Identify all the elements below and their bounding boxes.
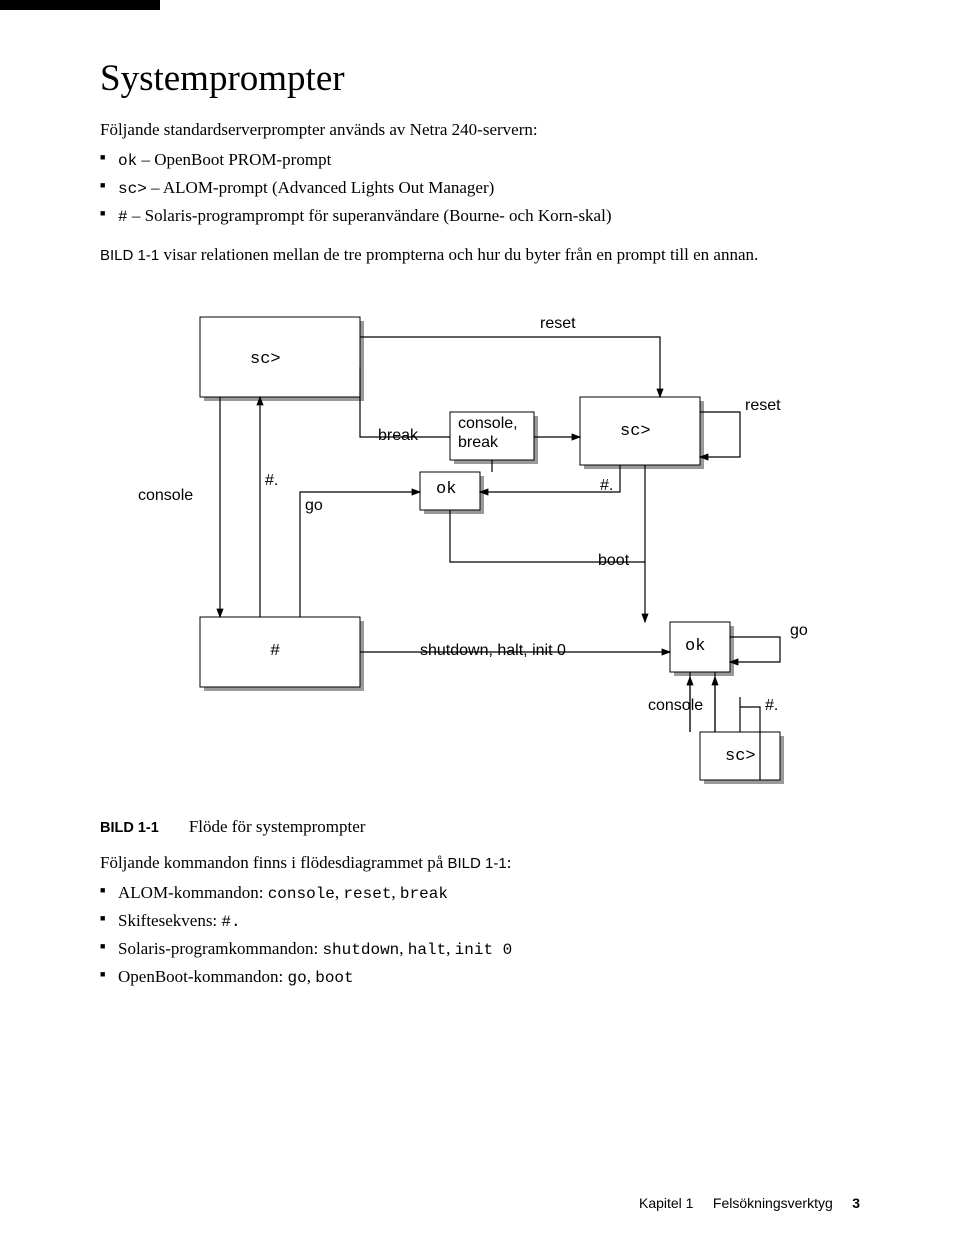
text: Solaris-programkommandon: — [118, 939, 322, 958]
label-reset2: reset — [745, 397, 781, 415]
text: visar relationen mellan de tre promptern… — [159, 245, 758, 264]
label-break: break — [378, 427, 418, 445]
code: #. — [221, 913, 240, 931]
label-go2: go — [790, 622, 808, 640]
label-console2: console — [648, 697, 703, 715]
label-shutdown: shutdown, halt, init 0 — [420, 642, 566, 660]
text: Följande kommandon finns i flödesdiagram… — [100, 853, 448, 872]
box-sc: sc> — [250, 350, 281, 369]
list-item: Solaris-programkommandon: shutdown, halt… — [100, 936, 860, 962]
text: , — [307, 967, 316, 986]
text: ALOM-kommandon: — [118, 883, 268, 902]
text: Skiftesekvens: — [118, 911, 221, 930]
label-hashdot2: #. — [600, 477, 613, 495]
text: : — [507, 853, 512, 872]
footer-chapter: Kapitel 1 — [639, 1195, 693, 1211]
code-ok: ok — [118, 152, 137, 170]
label-go: go — [305, 497, 323, 515]
fig-ref: BILD 1-1 — [100, 247, 159, 264]
text: , — [399, 939, 408, 958]
code: console — [268, 885, 335, 903]
fig-caption: Flöde för systemprompter — [189, 817, 366, 837]
code: halt — [408, 941, 446, 959]
page-title: Systemprompter — [100, 57, 860, 100]
code-sc: sc> — [118, 180, 147, 198]
code: go — [288, 969, 307, 987]
code-hash: # — [118, 208, 128, 226]
flow-diagram: sc> reset break console, break ok sc> re… — [100, 297, 860, 797]
list-item: ok – OpenBoot PROM-prompt — [100, 147, 860, 173]
page-footer: Kapitel 1 Felsökningsverktyg 3 — [639, 1195, 860, 1211]
text: , — [446, 939, 455, 958]
box-sc3: sc> — [725, 747, 756, 766]
text: , — [391, 883, 400, 902]
footer-page: 3 — [852, 1195, 860, 1211]
commands-list: ALOM-kommandon: console, reset, break Sk… — [100, 880, 860, 990]
code: boot — [315, 969, 353, 987]
text: – ALOM-prompt (Advanced Lights Out Manag… — [147, 178, 494, 197]
box-ok2: ok — [685, 637, 705, 656]
box-hash: # — [270, 642, 280, 661]
prompt-list: ok – OpenBoot PROM-prompt sc> – ALOM-pro… — [100, 147, 860, 229]
header-bar — [0, 0, 160, 10]
label-console: console — [138, 487, 193, 505]
code: shutdown — [322, 941, 399, 959]
list-item: # – Solaris-programprompt för superanvän… — [100, 203, 860, 229]
relation-text: BILD 1-1 visar relationen mellan de tre … — [100, 243, 860, 268]
label-console-break: console, break — [458, 415, 518, 452]
label-hashdot3: #. — [765, 697, 778, 715]
box-sc2: sc> — [620, 422, 651, 441]
footer-title: Felsökningsverktyg — [713, 1195, 833, 1211]
text: – Solaris-programprompt för superanvända… — [128, 206, 612, 225]
text: – OpenBoot PROM-prompt — [137, 150, 331, 169]
code: break — [400, 885, 448, 903]
label-hashdot: #. — [265, 472, 278, 490]
code: init 0 — [455, 941, 513, 959]
list-item: ALOM-kommandon: console, reset, break — [100, 880, 860, 906]
box-ok: ok — [436, 480, 456, 499]
fig-tag: BILD 1-1 — [100, 820, 159, 836]
list-item: OpenBoot-kommandon: go, boot — [100, 964, 860, 990]
code: reset — [343, 885, 391, 903]
label-reset: reset — [540, 315, 576, 333]
commands-intro: Följande kommandon finns i flödesdiagram… — [100, 851, 860, 876]
intro-text: Följande standardserverprompter används … — [100, 118, 860, 143]
label-boot: boot — [598, 552, 629, 570]
list-item: Skiftesekvens: #. — [100, 908, 860, 934]
list-item: sc> – ALOM-prompt (Advanced Lights Out M… — [100, 175, 860, 201]
fig-ref2: BILD 1-1 — [448, 855, 507, 872]
text: OpenBoot-kommandon: — [118, 967, 288, 986]
